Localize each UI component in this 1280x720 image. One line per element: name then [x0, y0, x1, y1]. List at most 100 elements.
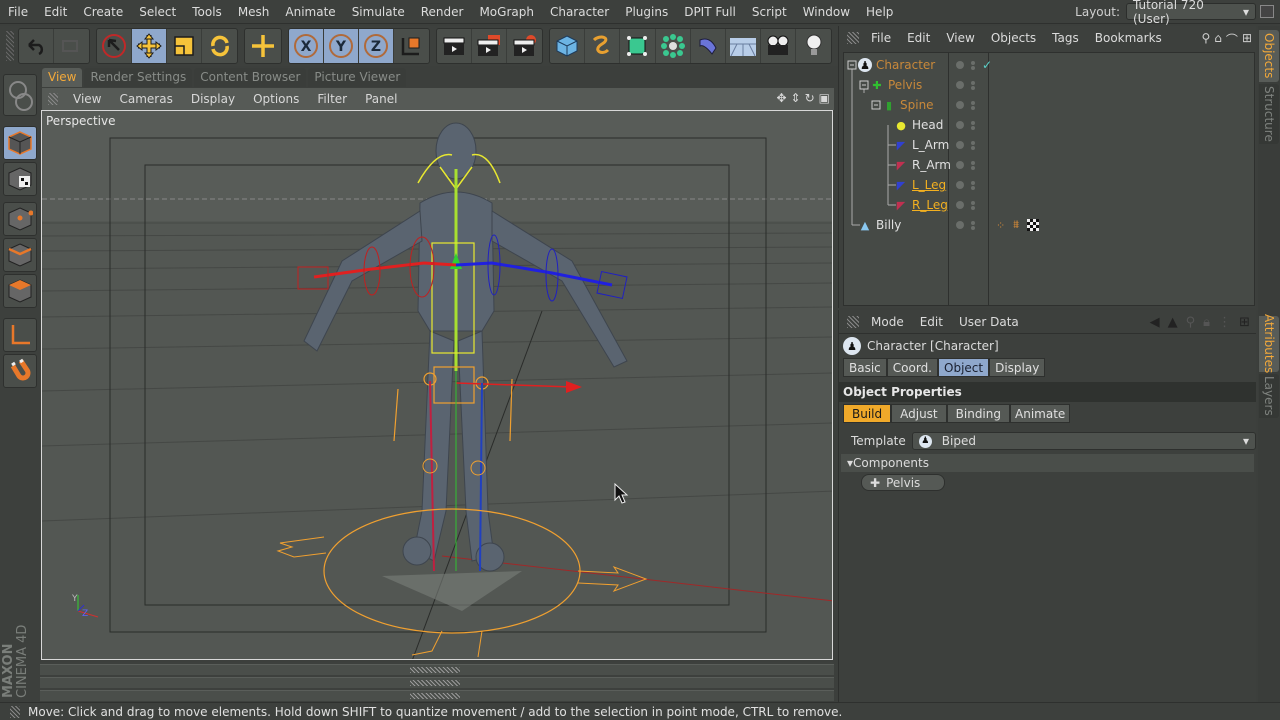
viewport-menu-options[interactable]: Options	[244, 92, 308, 106]
viewport-menu-cameras[interactable]: Cameras	[110, 92, 181, 106]
visibility-dots[interactable]	[956, 220, 975, 229]
visibility-dots[interactable]	[956, 200, 975, 209]
nurbs-button[interactable]	[620, 29, 656, 63]
scale-button[interactable]	[167, 29, 203, 63]
rotate-button[interactable]	[202, 29, 237, 63]
menu-simulate[interactable]: Simulate	[344, 5, 413, 19]
objects-menu-objects[interactable]: Objects	[983, 31, 1044, 45]
objects-menu-tags[interactable]: Tags	[1044, 31, 1087, 45]
component-pelvis-button[interactable]: ✚ Pelvis	[861, 474, 945, 491]
menu-dpit-full[interactable]: DPIT Full	[676, 5, 744, 19]
up-icon[interactable]: ▲	[1168, 315, 1178, 330]
orbit-icon[interactable]: ↻	[805, 91, 815, 105]
menu-mograph[interactable]: MoGraph	[471, 5, 542, 19]
live-selection-button[interactable]	[97, 29, 133, 63]
visibility-dots[interactable]	[956, 140, 975, 149]
timeline-row[interactable]	[40, 664, 834, 675]
new-panel-icon[interactable]: ⊞	[1242, 31, 1252, 48]
render-view-button[interactable]	[437, 29, 473, 63]
subtab-build[interactable]: Build	[843, 404, 892, 423]
back-icon[interactable]: ◀	[1150, 315, 1160, 330]
timeline-grip[interactable]	[410, 667, 460, 673]
visibility-dots[interactable]: ✓	[956, 58, 992, 72]
home-icon[interactable]: ⌂	[1214, 31, 1222, 48]
workplane-button[interactable]	[3, 318, 37, 352]
floor-button[interactable]	[726, 29, 761, 63]
tree-item-r-arm[interactable]: ◤ R_Arm	[894, 155, 1280, 175]
pan-icon[interactable]: ✥	[776, 91, 786, 105]
tree-item-r-leg[interactable]: ◤ R_Leg	[894, 195, 1280, 215]
template-dropdown[interactable]: ♟ Biped ▾	[911, 432, 1256, 450]
menu-script[interactable]: Script	[744, 5, 795, 19]
cube-primitive-button[interactable]	[550, 29, 586, 63]
viewport-menu-view[interactable]: View	[64, 92, 110, 106]
array-button[interactable]	[656, 29, 691, 63]
subtab-animate[interactable]: Animate	[1010, 404, 1071, 423]
menu-select[interactable]: Select	[131, 5, 184, 19]
visibility-dots[interactable]	[956, 100, 975, 109]
visibility-dots[interactable]	[956, 120, 975, 129]
tree-item-head[interactable]: ● Head	[894, 115, 1280, 135]
attributes-menu-edit[interactable]: Edit	[912, 315, 951, 329]
timeline-row[interactable]	[40, 690, 834, 701]
render-picture-viewer-button[interactable]	[472, 29, 508, 63]
menu-edit[interactable]: Edit	[36, 5, 75, 19]
x-axis-button[interactable]: X	[288, 29, 324, 63]
tab-picture-viewer[interactable]: Picture Viewer	[308, 68, 407, 87]
search-icon[interactable]: ⚲	[1186, 315, 1196, 330]
render-settings-button[interactable]	[507, 29, 542, 63]
timeline-grip[interactable]	[410, 680, 460, 686]
side-tab-attributes[interactable]: Attributes	[1259, 314, 1279, 374]
viewport-menu-panel[interactable]: Panel	[356, 92, 406, 106]
attributes-menu-user-data[interactable]: User Data	[951, 315, 1027, 329]
lock-icon[interactable]: 🔒︎	[1203, 315, 1210, 330]
tab-view[interactable]: View	[42, 68, 83, 87]
light-button[interactable]	[796, 29, 831, 63]
tab-content-browser[interactable]: Content Browser	[194, 68, 307, 87]
tab-render-settings[interactable]: Render Settings	[84, 68, 193, 87]
menu-create[interactable]: Create	[75, 5, 131, 19]
tree-item-billy[interactable]: ▲ Billy ⁘ ⩩	[858, 215, 1268, 235]
viewport-menu-grip[interactable]	[48, 93, 58, 105]
objects-menu-file[interactable]: File	[863, 31, 899, 45]
side-tab-objects[interactable]: Objects	[1259, 30, 1279, 82]
timeline-row[interactable]	[40, 677, 834, 688]
menu-character[interactable]: Character	[542, 5, 617, 19]
viewport-menu-display[interactable]: Display	[182, 92, 244, 106]
objects-menu-view[interactable]: View	[938, 31, 982, 45]
menu-tools[interactable]: Tools	[184, 5, 230, 19]
tree-item-l-arm[interactable]: ◤ L_Arm	[894, 135, 1280, 155]
toolbar-grip[interactable]	[6, 31, 14, 61]
tree-item-character[interactable]: ♟ Character ✓	[858, 55, 1268, 75]
new-panel-icon[interactable]: ⊞	[1239, 315, 1250, 330]
texture-mode-button[interactable]	[3, 162, 37, 196]
side-tab-layers[interactable]: Layers	[1259, 374, 1279, 418]
snap-button[interactable]	[3, 354, 37, 388]
tree-item-l-leg[interactable]: ◤ L_Leg	[894, 175, 1280, 195]
tree-item-spine[interactable]: ▮ Spine	[882, 95, 1280, 115]
checkmark-icon[interactable]: ✓	[982, 58, 992, 72]
menu-animate[interactable]: Animate	[277, 5, 343, 19]
menu-render[interactable]: Render	[413, 5, 472, 19]
more-icon[interactable]: ⋮	[1218, 315, 1231, 330]
subtab-binding[interactable]: Binding	[946, 404, 1010, 423]
tab-coord[interactable]: Coord.	[886, 358, 938, 377]
components-header[interactable]: ▾Components	[841, 454, 1254, 472]
viewport-menu-filter[interactable]: Filter	[308, 92, 356, 106]
visibility-dots[interactable]	[956, 160, 975, 169]
polygon-mode-button[interactable]	[3, 274, 37, 308]
skin-tag-icon[interactable]: ⩩	[1013, 218, 1019, 232]
point-mode-button[interactable]	[3, 202, 37, 236]
3d-viewport[interactable]: Perspective Y Z	[41, 110, 833, 660]
layout-dropdown[interactable]: Tutorial 720 (User) ▾	[1126, 0, 1256, 26]
texture-tag-icon[interactable]	[1027, 219, 1040, 231]
attributes-menu-mode[interactable]: Mode	[863, 315, 912, 329]
attributes-menu-grip[interactable]	[847, 315, 859, 328]
objects-menu-edit[interactable]: Edit	[899, 31, 938, 45]
menu-file[interactable]: File	[0, 5, 36, 19]
search-icon[interactable]: ⚲	[1202, 31, 1211, 48]
redo-button[interactable]	[54, 29, 89, 63]
model-mode-button[interactable]	[3, 126, 37, 160]
menu-window[interactable]: Window	[795, 5, 858, 19]
coordinate-system-button[interactable]	[394, 29, 429, 63]
